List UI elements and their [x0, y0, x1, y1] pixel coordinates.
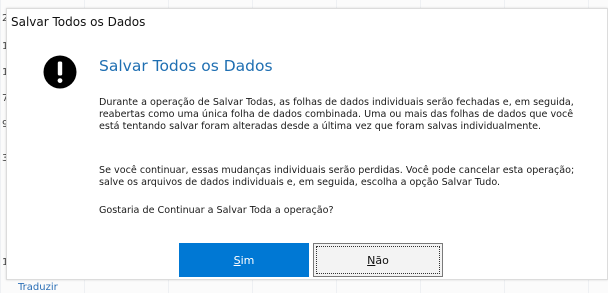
yes-button-mnemonic: S: [233, 254, 241, 267]
translate-link[interactable]: Traduzir: [18, 282, 58, 293]
no-button-label: ão: [375, 254, 389, 267]
dialog-paragraph-2: Se você continuar, essas mudanças indivi…: [99, 165, 575, 188]
save-all-dialog: Salvar Todos os Dados Salvar Todos os Da…: [6, 8, 608, 280]
dialog-heading: Salvar Todos os Dados: [99, 57, 273, 75]
yes-button-label: im: [240, 254, 255, 267]
exclamation-icon: [43, 55, 77, 89]
dialog-title: Salvar Todos os Dados: [11, 15, 146, 29]
no-button[interactable]: Não: [313, 243, 443, 277]
dialog-paragraph-1: Durante a operação de Salvar Todas, as f…: [99, 97, 574, 132]
dialog-question: Gostaria de Continuar a Salvar Toda a op…: [99, 205, 334, 216]
yes-button[interactable]: Sim: [179, 243, 309, 277]
